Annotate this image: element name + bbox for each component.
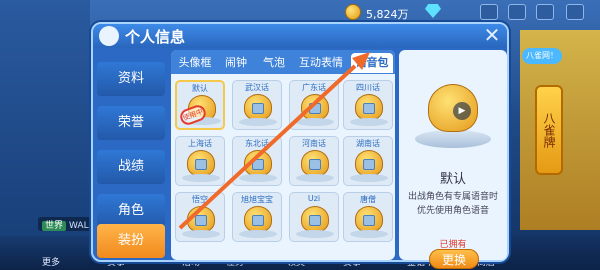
lock-icon — [309, 159, 321, 170]
voice-card[interactable]: 四川话 — [343, 80, 393, 130]
detail-voice-name: 默认 — [439, 172, 466, 187]
voice-card[interactable]: 东北话 — [232, 136, 282, 186]
tab-emotes[interactable]: 互动表情 — [293, 53, 349, 73]
voice-card[interactable]: 武汉话 — [232, 80, 282, 130]
panel-title: 个人信息 — [125, 28, 186, 46]
change-button[interactable]: 更换 — [429, 249, 479, 269]
pedestal-icon — [415, 130, 491, 148]
pedestal-icon — [296, 118, 334, 126]
voice-card-name: 河南话 — [302, 139, 326, 148]
pedestal-icon — [296, 230, 334, 238]
voice-card[interactable]: 旭旭宝宝 — [232, 192, 282, 242]
voice-card-name: 四川话 — [356, 83, 380, 92]
tab-bar: 头像框 闹钟 气泡 互动表情 语音包 — [171, 50, 395, 74]
coin-amount: 5,824万 — [366, 8, 409, 21]
voice-card[interactable]: 默认 使用中 — [175, 80, 225, 130]
lock-icon — [252, 159, 264, 170]
tab-bubble[interactable]: 气泡 — [257, 53, 291, 73]
voice-card[interactable]: 湖南话 — [343, 136, 393, 186]
sidebar-item-honors[interactable]: 荣誉 — [97, 106, 165, 140]
voice-card[interactable]: 唐僧 — [343, 192, 393, 242]
tab-alarm[interactable]: 闹钟 — [219, 53, 253, 73]
voice-card-name: 东北话 — [245, 139, 269, 148]
voice-card-name: Uzi — [307, 194, 321, 203]
mail-icon[interactable] — [480, 4, 498, 20]
voice-card-name: 武汉话 — [245, 83, 269, 92]
panel-header: 个人信息 ✕ — [93, 24, 507, 48]
voice-card[interactable]: 悟空 — [175, 192, 225, 242]
side-banner[interactable]: 八雀牌 — [535, 85, 563, 175]
voice-card-name: 广东话 — [302, 83, 326, 92]
user-icon — [99, 26, 119, 46]
voice-card[interactable]: 广东话 — [289, 80, 339, 130]
bottom-nav-more[interactable]: 更多 — [42, 255, 60, 268]
tab-avatar-frame[interactable]: 头像框 — [173, 53, 217, 73]
pedestal-icon — [182, 174, 220, 182]
world-chat[interactable]: 世界 WALK — [38, 217, 99, 231]
lock-icon — [195, 215, 207, 226]
sidebar-item-dressup[interactable]: 装扮 — [97, 224, 165, 258]
sidebar-item-profile[interactable]: 资料 — [97, 62, 165, 96]
voice-card[interactable]: 上海话 — [175, 136, 225, 186]
lock-icon — [309, 215, 321, 226]
settings-icon[interactable] — [536, 4, 554, 20]
lock-icon — [363, 159, 375, 170]
profile-panel: 个人信息 ✕ 资料 荣誉 战绩 角色 装扮 头像框 闹钟 气泡 互动表情 语音包… — [91, 22, 509, 269]
tab-voice-pack[interactable]: 语音包 — [351, 53, 393, 73]
voice-card-name: 唐僧 — [360, 195, 376, 204]
sidebar: 资料 荣誉 战绩 角色 装扮 — [95, 52, 165, 258]
gem-icon[interactable] — [425, 4, 441, 18]
pedestal-icon — [239, 118, 277, 126]
side-bubble[interactable]: 八雀网！ — [522, 48, 562, 64]
pedestal-icon — [239, 230, 277, 238]
lock-icon — [363, 103, 375, 114]
voice-card-name: 湖南话 — [356, 139, 380, 148]
pedestal-icon — [350, 118, 388, 126]
lock-icon — [363, 215, 375, 226]
pedestal-icon — [182, 230, 220, 238]
menu-icon[interactable] — [566, 4, 584, 20]
voice-card-name: 旭旭宝宝 — [241, 195, 273, 204]
voice-detail-panel: ▶ 默认 出战角色有专属语音时优先使用角色语音 已拥有 更换 — [399, 50, 507, 269]
pedestal-icon — [350, 230, 388, 238]
sidebar-item-records[interactable]: 战绩 — [97, 150, 165, 184]
pedestal-icon — [296, 174, 334, 182]
lock-icon — [309, 103, 321, 114]
lock-icon — [252, 103, 264, 114]
chat-tag: 世界 — [42, 221, 67, 231]
voice-card[interactable]: 河南话 — [289, 136, 339, 186]
play-icon[interactable]: ▶ — [453, 102, 471, 120]
close-icon[interactable]: ✕ — [481, 24, 503, 46]
lock-icon — [195, 159, 207, 170]
pedestal-icon — [239, 174, 277, 182]
lock-icon — [252, 215, 264, 226]
voice-card-name: 默认 — [192, 84, 208, 93]
sidebar-item-character[interactable]: 角色 — [97, 194, 165, 228]
voice-card-name: 上海话 — [188, 139, 212, 148]
voice-card[interactable]: Uzi — [289, 192, 339, 242]
voice-card-name: 悟空 — [192, 195, 208, 204]
pedestal-icon — [350, 174, 388, 182]
coin-icon — [345, 4, 361, 20]
detail-description: 出战角色有专属语音时优先使用角色语音 — [407, 192, 498, 216]
gift-icon[interactable] — [508, 4, 526, 20]
